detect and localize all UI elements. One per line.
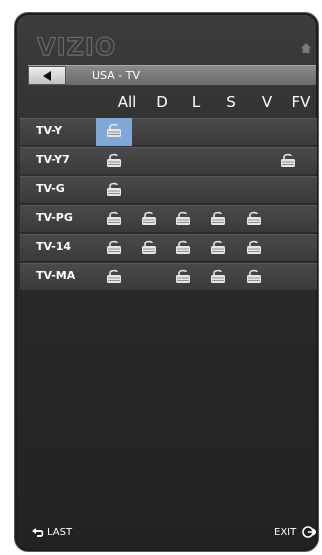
lock-cell[interactable] xyxy=(131,119,167,145)
last-button[interactable]: LAST xyxy=(32,525,72,541)
lock-cell[interactable] xyxy=(165,119,201,145)
back-button[interactable] xyxy=(28,66,66,85)
lock-cell[interactable] xyxy=(236,119,272,145)
lock-icon xyxy=(107,153,121,167)
lock-cell[interactable] xyxy=(165,148,201,174)
brand-logo: VIZIO xyxy=(36,33,117,62)
lock-cell[interactable] xyxy=(200,264,236,290)
lock-cell[interactable] xyxy=(200,206,236,232)
return-arrow-icon xyxy=(32,528,44,537)
lock-cell[interactable] xyxy=(165,235,201,261)
rating-label: TV-PG xyxy=(36,211,73,224)
col-header-all: All xyxy=(117,93,137,111)
lock-icon xyxy=(107,182,121,196)
lock-icon xyxy=(107,123,121,137)
lock-icon xyxy=(107,269,121,283)
lock-cell[interactable] xyxy=(96,177,132,203)
lock-cell[interactable] xyxy=(270,206,306,232)
lock-cell[interactable] xyxy=(236,264,272,290)
lock-cell[interactable] xyxy=(270,148,306,174)
lock-cell[interactable] xyxy=(96,118,132,146)
lock-icon xyxy=(176,269,190,283)
rating-row: TV-14 xyxy=(20,234,317,261)
rating-row: TV-Y7 xyxy=(20,147,317,174)
lock-cell[interactable] xyxy=(96,235,132,261)
lock-cell[interactable] xyxy=(131,264,167,290)
lock-cell[interactable] xyxy=(96,264,132,290)
lock-cell[interactable] xyxy=(200,119,236,145)
lock-icon xyxy=(107,240,121,254)
lock-cell[interactable] xyxy=(200,148,236,174)
source-selector[interactable]: USA - TV xyxy=(28,65,316,85)
lock-icon xyxy=(211,211,225,225)
lock-cell[interactable] xyxy=(270,119,306,145)
lock-cell[interactable] xyxy=(131,235,167,261)
lock-icon xyxy=(281,153,295,167)
lock-icon xyxy=(176,211,190,225)
lock-cell[interactable] xyxy=(96,206,132,232)
lock-icon xyxy=(142,240,156,254)
lock-cell[interactable] xyxy=(200,177,236,203)
lock-icon xyxy=(247,211,261,225)
col-header-fv: FV xyxy=(291,93,311,111)
rating-row: TV-MA xyxy=(20,263,317,290)
lock-cell[interactable] xyxy=(96,148,132,174)
lock-cell[interactable] xyxy=(236,177,272,203)
rating-row: TV-G xyxy=(20,176,317,203)
col-header-v: V xyxy=(261,93,273,111)
lock-icon xyxy=(142,211,156,225)
lock-cell[interactable] xyxy=(131,206,167,232)
lock-icon xyxy=(211,269,225,283)
rating-label: TV-14 xyxy=(36,240,72,253)
lock-icon xyxy=(247,269,261,283)
lock-icon xyxy=(211,240,225,254)
lock-cell[interactable] xyxy=(200,235,236,261)
last-label: LAST xyxy=(47,527,73,538)
source-label: USA - TV xyxy=(92,69,140,82)
col-header-l: L xyxy=(191,93,201,111)
lock-icon xyxy=(176,240,190,254)
left-arrow-icon xyxy=(43,71,51,81)
column-headers: All D L S V FV xyxy=(14,89,317,115)
lock-cell[interactable] xyxy=(270,177,306,203)
col-header-d: D xyxy=(156,93,168,111)
exit-arrow-icon xyxy=(302,526,317,538)
lock-cell[interactable] xyxy=(131,177,167,203)
lock-cell[interactable] xyxy=(236,206,272,232)
home-icon[interactable] xyxy=(301,43,311,53)
lock-cell[interactable] xyxy=(270,235,306,261)
rating-label: TV-G xyxy=(36,182,65,195)
rating-row: TV-Y xyxy=(20,118,317,146)
exit-label: EXIT xyxy=(274,527,297,538)
lock-cell[interactable] xyxy=(270,264,306,290)
rating-label: TV-MA xyxy=(36,269,76,282)
rating-row: TV-PG xyxy=(20,205,317,232)
lock-cell[interactable] xyxy=(165,206,201,232)
col-header-s: S xyxy=(226,93,236,111)
footer-bar: LAST EXIT xyxy=(14,521,317,551)
lock-icon xyxy=(107,211,121,225)
lock-cell[interactable] xyxy=(165,264,201,290)
exit-button[interactable]: EXIT xyxy=(274,525,317,541)
lock-cell[interactable] xyxy=(236,235,272,261)
lock-cell[interactable] xyxy=(131,148,167,174)
lock-cell[interactable] xyxy=(236,148,272,174)
rating-label: TV-Y7 xyxy=(36,153,70,166)
rating-label: TV-Y xyxy=(36,124,63,137)
lock-icon xyxy=(247,240,261,254)
lock-cell[interactable] xyxy=(165,177,201,203)
